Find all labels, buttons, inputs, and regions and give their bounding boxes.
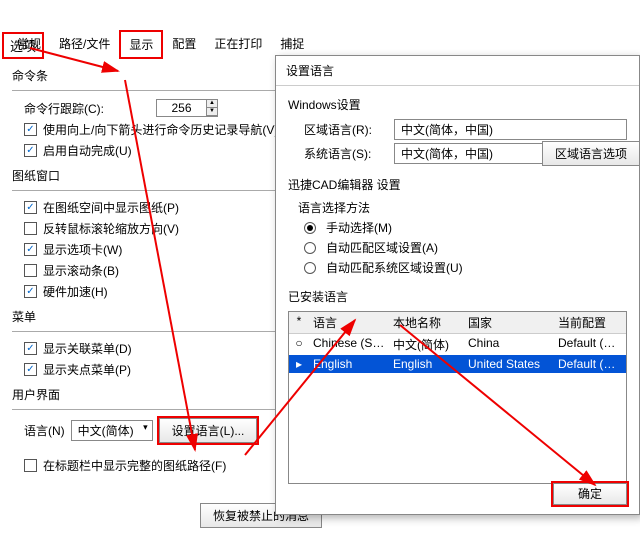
tracking-value: 256 (157, 100, 207, 116)
method-title: 语言选择方法 (298, 199, 627, 216)
language-table: * 语言 本地名称 国家 当前配置 ○ Chinese (S… 中文(简体) C… (288, 311, 627, 484)
radio-manual[interactable] (304, 222, 316, 234)
table-row[interactable]: ○ Chinese (S… 中文(简体) China Default (Ch… (289, 334, 626, 355)
tab-printing[interactable]: 正在打印 (205, 30, 271, 59)
show-scrollbar-checkbox[interactable] (24, 264, 37, 277)
tracking-label: 命令行跟踪(C): (24, 100, 104, 117)
cell-country: China (464, 334, 554, 355)
autocomplete-label: 启用自动完成(U) (43, 142, 132, 159)
use-arrows-checkbox[interactable]: ✓ (24, 123, 37, 136)
tracking-spinner[interactable]: 256 ▲▼ (156, 99, 218, 117)
reverse-scroll-checkbox[interactable] (24, 222, 37, 235)
spinner-up[interactable]: ▲ (207, 100, 217, 108)
system-lang-label: 系统语言(S): (304, 145, 384, 162)
col-language[interactable]: 语言 (309, 312, 389, 333)
show-drawing-checkbox[interactable]: ✓ (24, 201, 37, 214)
autocomplete-checkbox[interactable]: ✓ (24, 144, 37, 157)
ok-button[interactable]: 确定 (553, 483, 627, 505)
col-star[interactable]: * (289, 312, 309, 333)
show-scrollbar-label: 显示滚动条(B) (43, 262, 119, 279)
cell-lang: Chinese (S… (309, 334, 389, 355)
tab-display[interactable]: 显示 (119, 30, 163, 59)
col-config[interactable]: 当前配置 (554, 312, 626, 333)
show-drawing-label: 在图纸空间中显示图纸(P) (43, 199, 179, 216)
cell-local: English (389, 355, 464, 373)
set-language-dialog: 设置语言 Windows设置 区域语言(R): 中文(简体，中国) 系统语言(S… (275, 55, 640, 515)
grip-menu-checkbox[interactable]: ✓ (24, 363, 37, 376)
col-local-name[interactable]: 本地名称 (389, 312, 464, 333)
cell-config: Default (Ch… (554, 334, 626, 355)
windows-settings-group: Windows设置 区域语言(R): 中文(简体，中国) 系统语言(S): 中文… (288, 96, 627, 164)
use-arrows-label: 使用向上/向下箭头进行命令历史记录导航(V) (43, 121, 278, 138)
table-header: * 语言 本地名称 国家 当前配置 (289, 312, 626, 334)
tab-paths[interactable]: 路径/文件 (50, 30, 119, 59)
hardware-accel-checkbox[interactable]: ✓ (24, 285, 37, 298)
grip-menu-label: 显示夹点菜单(P) (43, 361, 131, 378)
window-title: 选项 (2, 32, 44, 59)
cell-config: Default (En… (554, 355, 626, 373)
editor-settings-group: 迅捷CAD编辑器 设置 语言选择方法 手动选择(M) 自动匹配区域设置(A) 自… (288, 176, 627, 276)
cell-lang: English (309, 355, 389, 373)
radio-auto-region-label: 自动匹配区域设置(A) (326, 239, 438, 256)
region-lang-dropdown[interactable]: 中文(简体，中国) (394, 119, 627, 140)
show-tabs-checkbox[interactable]: ✓ (24, 243, 37, 256)
radio-manual-label: 手动选择(M) (326, 219, 392, 236)
hardware-accel-label: 硬件加速(H) (43, 283, 108, 300)
fieldset-title: 已安装语言 (288, 288, 627, 305)
region-lang-label: 区域语言(R): (304, 121, 384, 138)
col-country[interactable]: 国家 (464, 312, 554, 333)
lang-dropdown[interactable]: 中文(简体) (71, 420, 153, 441)
fieldset-title: Windows设置 (288, 96, 627, 113)
cell-local: 中文(简体) (389, 334, 464, 355)
full-path-label: 在标题栏中显示完整的图纸路径(F) (43, 457, 226, 474)
radio-auto-region[interactable] (304, 242, 316, 254)
lang-label: 语言(N) (24, 422, 65, 439)
tab-config[interactable]: 配置 (163, 30, 205, 59)
show-tabs-label: 显示选项卡(W) (43, 241, 122, 258)
radio-auto-system-label: 自动匹配系统区域设置(U) (326, 259, 463, 276)
region-options-button[interactable]: 区域语言选项 (542, 141, 640, 166)
reverse-scroll-label: 反转鼠标滚轮缩放方向(V) (43, 220, 179, 237)
fieldset-title: 迅捷CAD编辑器 设置 (288, 176, 627, 193)
cell-country: United States (464, 355, 554, 373)
set-language-button[interactable]: 设置语言(L)... (159, 418, 258, 443)
context-menu-label: 显示关联菜单(D) (43, 340, 132, 357)
cell-star (289, 355, 309, 373)
spinner-down[interactable]: ▼ (207, 108, 217, 116)
dialog-title: 设置语言 (276, 56, 639, 86)
table-row[interactable]: English English United States Default (E… (289, 355, 626, 373)
context-menu-checkbox[interactable]: ✓ (24, 342, 37, 355)
full-path-checkbox[interactable] (24, 459, 37, 472)
cell-star: ○ (289, 334, 309, 355)
installed-languages-group: 已安装语言 * 语言 本地名称 国家 当前配置 ○ Chinese (S… 中文… (288, 288, 627, 484)
radio-auto-system[interactable] (304, 262, 316, 274)
